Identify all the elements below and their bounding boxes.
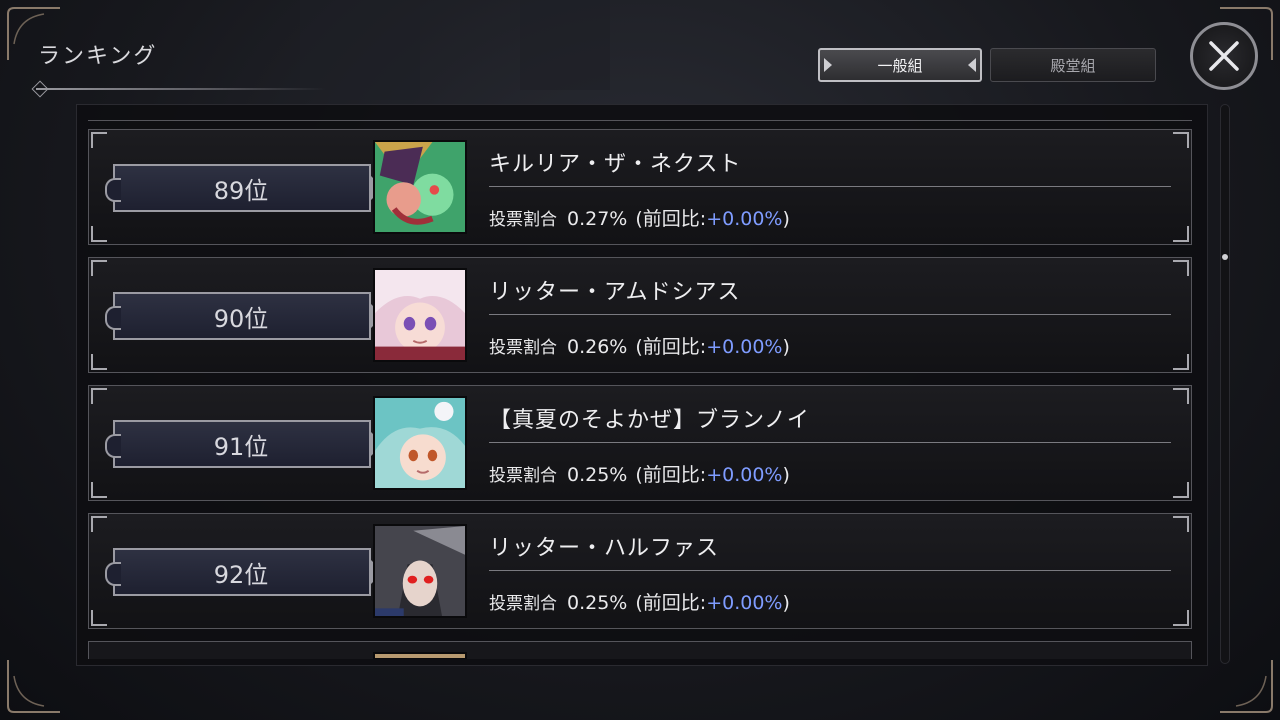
prev-compare-delta: +0.00% (706, 208, 783, 230)
vote-share-value: 0.25% (567, 592, 628, 614)
prev-compare-close: ) (782, 208, 790, 230)
rank-plate: 89位 (105, 164, 383, 212)
character-name: リッター・アムドシアス (489, 280, 741, 305)
list-item[interactable]: 92位 リッター・ハルファス 投票割合 0.25% (前回比:+0.00%) (88, 513, 1192, 629)
rank-plate: 92位 (105, 548, 383, 596)
vote-stats: 投票割合 0.26% (前回比:+0.00%) (489, 332, 790, 359)
prev-compare-delta: +0.00% (706, 592, 783, 614)
arrow-right-icon (824, 58, 832, 72)
vote-stats: 投票割合 0.27% (前回比:+0.00%) (489, 204, 790, 231)
rank-label: 90位 (213, 304, 269, 333)
vote-stats: 投票割合 0.25% (前回比:+0.00%) (489, 588, 790, 615)
list-item[interactable]: 91位 【真夏のそよかぜ】ブランノイ 投票割合 0.25% (前回比:+0.00%) (88, 385, 1192, 501)
list-item[interactable]: 90位 リッター・アムドシアス 投票割合 0.26% (前回比:+0.00%) (88, 257, 1192, 373)
prev-compare-open: (前回比: (635, 336, 707, 358)
rank-label: 91位 (213, 432, 269, 461)
tab-general[interactable]: 一般組 (818, 48, 982, 82)
prev-compare-open: (前回比: (635, 464, 707, 486)
character-portrait[interactable] (373, 396, 467, 490)
close-button[interactable] (1190, 22, 1258, 90)
page-title: ランキング (38, 44, 158, 69)
prev-compare-close: ) (782, 592, 790, 614)
prev-compare-delta: +0.00% (706, 336, 783, 358)
prev-compare-open: (前回比: (635, 592, 707, 614)
vote-share-label: 投票割合 (489, 338, 557, 358)
rank-label: 92位 (213, 560, 269, 589)
vote-share-label: 投票割合 (489, 210, 557, 230)
prev-compare-open: (前回比: (635, 208, 707, 230)
ornament-bottom-right (1216, 656, 1276, 716)
scrollbar-track[interactable] (1220, 104, 1230, 664)
vote-share-label: 投票割合 (489, 466, 557, 486)
row-divider (489, 442, 1171, 443)
ornament-bottom-left (4, 656, 64, 716)
row-edge-top (88, 112, 1192, 121)
tab-hall-of-fame-label: 殿堂組 (1050, 56, 1096, 75)
row-divider (489, 570, 1171, 571)
tab-general-label: 一般組 (877, 56, 923, 75)
vote-share-value: 0.26% (567, 336, 628, 358)
character-portrait[interactable] (373, 140, 467, 234)
vote-share-label: 投票割合 (489, 594, 557, 614)
row-divider (489, 186, 1171, 187)
list-item-partial (88, 641, 1192, 659)
list-item[interactable]: 89位 キルリア・ザ・ネクスト 投票割合 0.27% (前回比:+0.00%) (88, 129, 1192, 245)
rank-plate: 91位 (105, 420, 383, 468)
prev-compare-close: ) (782, 464, 790, 486)
rank-plate: 90位 (105, 292, 383, 340)
prev-compare-delta: +0.00% (706, 464, 783, 486)
character-name: 【真夏のそよかぜ】ブランノイ (489, 408, 810, 433)
vote-share-value: 0.27% (567, 208, 628, 230)
title-divider (36, 88, 326, 90)
prev-compare-close: ) (782, 336, 790, 358)
row-divider (489, 314, 1171, 315)
character-portrait[interactable] (373, 524, 467, 618)
character-name: キルリア・ザ・ネクスト (489, 152, 742, 177)
tab-hall-of-fame[interactable]: 殿堂組 (990, 48, 1156, 82)
vote-share-value: 0.25% (567, 464, 628, 486)
rank-label: 89位 (213, 176, 269, 205)
vote-stats: 投票割合 0.25% (前回比:+0.00%) (489, 460, 790, 487)
arrow-left-icon (968, 58, 976, 72)
scrollbar-thumb[interactable] (1222, 254, 1228, 260)
close-icon (1209, 41, 1239, 71)
character-portrait[interactable] (373, 268, 467, 362)
character-name: リッター・ハルファス (489, 536, 720, 561)
